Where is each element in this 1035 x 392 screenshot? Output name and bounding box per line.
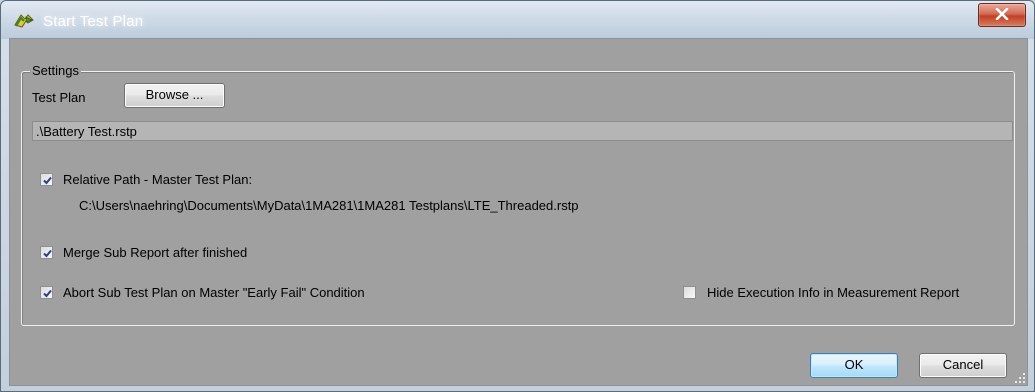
ok-button[interactable]: OK — [810, 353, 898, 378]
window-title: Start Test Plan — [43, 13, 144, 30]
title-bar[interactable]: Start Test Plan — [1, 1, 1034, 39]
browse-button[interactable]: Browse ... — [124, 83, 225, 108]
merge-sub-report-label: Merge Sub Report after finished — [63, 245, 248, 260]
resize-grip-icon[interactable] — [1014, 372, 1026, 384]
checkmark-icon — [43, 176, 52, 185]
checkmark-icon — [43, 249, 52, 258]
merge-sub-report-checkbox[interactable] — [40, 246, 53, 259]
test-plan-label: Test Plan — [32, 90, 86, 105]
test-plan-path-field[interactable]: .\Battery Test.rstp — [32, 121, 1013, 141]
settings-group-label: Settings — [30, 63, 81, 78]
abort-sub-test-plan-label: Abort Sub Test Plan on Master "Early Fai… — [63, 285, 365, 300]
dialog-client-area: Settings Test Plan Browse ... .\Battery … — [9, 38, 1028, 386]
abort-sub-test-plan-checkbox[interactable] — [40, 286, 53, 299]
close-button[interactable] — [978, 3, 1026, 27]
master-test-plan-path: C:\Users\naehring\Documents\MyData\1MA28… — [79, 198, 579, 213]
close-icon — [995, 8, 1009, 20]
relative-path-checkbox[interactable] — [40, 173, 53, 186]
hide-execution-info-label: Hide Execution Info in Measurement Repor… — [707, 285, 960, 300]
relative-path-label: Relative Path - Master Test Plan: — [63, 172, 253, 187]
dialog-window: Start Test Plan Settings Test Plan Brows… — [0, 0, 1035, 392]
hide-execution-info-checkbox[interactable] — [683, 286, 696, 299]
start-test-plan-arrow-icon — [13, 11, 35, 29]
cancel-button[interactable]: Cancel — [919, 353, 1007, 378]
checkmark-icon — [43, 289, 52, 298]
